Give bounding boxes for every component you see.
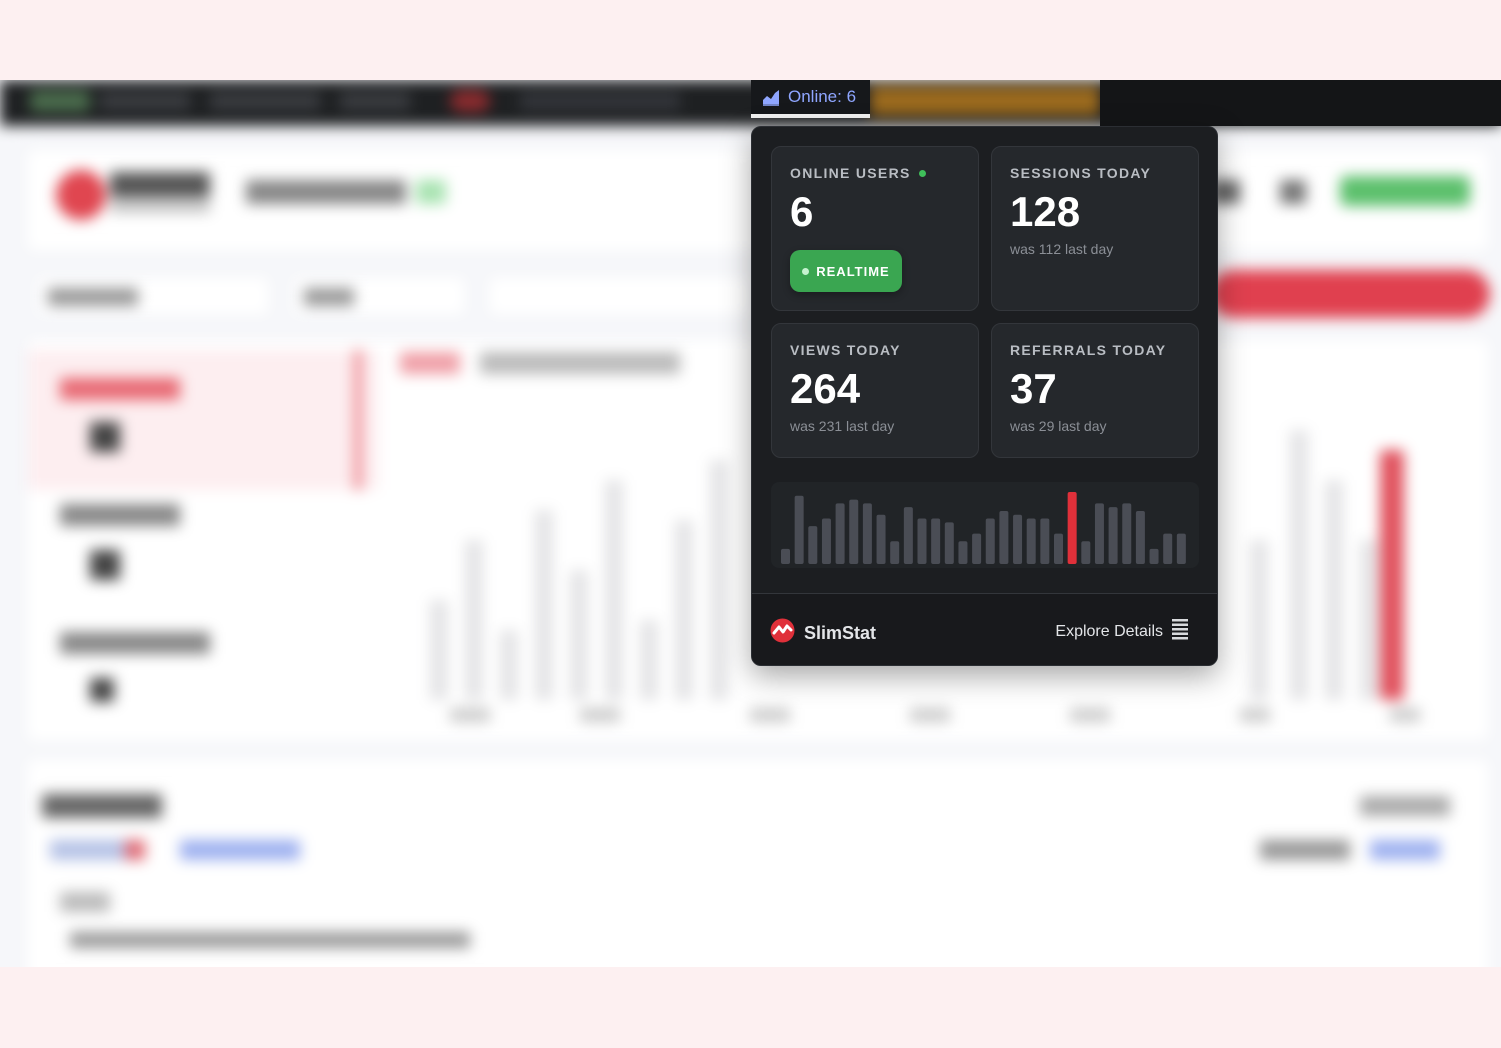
- chart-bar: [1163, 533, 1173, 564]
- chart-bar: [1026, 518, 1036, 564]
- slimstat-popup-panel: ONLINE USERS 6 REALTIME SESSIONS TODAY 1…: [751, 126, 1218, 666]
- panel-footer: SlimStat Explore Details: [752, 593, 1217, 665]
- card-title: VIEWS TODAY: [790, 342, 901, 358]
- brand-name: SlimStat: [804, 622, 877, 643]
- adminbar-online-label: Online: 6: [788, 87, 857, 106]
- card-value: 6: [790, 188, 814, 235]
- card-sessions-today: SESSIONS TODAY 128 was 112 last day: [991, 146, 1199, 311]
- card-subtext: was 29 last day: [1010, 418, 1107, 435]
- card-value: 264: [790, 365, 861, 412]
- chart-bar: [1176, 533, 1186, 564]
- chart-bar: [917, 518, 927, 564]
- chart-bar: [1094, 503, 1104, 564]
- chart-bar: [1081, 541, 1091, 564]
- mini-bar-chart: [771, 482, 1199, 568]
- chart-bar: [1054, 533, 1063, 564]
- adminbar-online-item[interactable]: Online: 6: [751, 80, 870, 118]
- card-subtext: was 112 last day: [1010, 241, 1114, 258]
- chart-bar: [781, 548, 790, 564]
- chart-bar: [835, 503, 845, 564]
- live-dot-icon: [802, 267, 810, 275]
- slimstat-brand-link[interactable]: SlimStat: [770, 618, 876, 648]
- card-title: REFERRALS TODAY: [1010, 342, 1167, 358]
- chart-bar: [862, 503, 872, 564]
- realtime-button[interactable]: REALTIME: [790, 250, 902, 292]
- realtime-button-label: REALTIME: [816, 263, 890, 279]
- chart-bar: [1149, 548, 1159, 564]
- card-online-users: ONLINE USERS 6 REALTIME: [771, 146, 979, 311]
- chart-bar: [890, 541, 900, 564]
- card-title: SESSIONS TODAY: [1010, 165, 1152, 181]
- chart-bar: [931, 518, 941, 564]
- chart-bar: [794, 495, 804, 564]
- slimstat-logo-icon: [770, 618, 795, 648]
- chart-bar: [972, 533, 982, 564]
- chart-bar: [821, 518, 831, 564]
- chart-bar: [1108, 507, 1118, 564]
- status-dot-icon: [918, 169, 926, 177]
- chart-bar: [1013, 514, 1023, 564]
- card-referrals-today: REFERRALS TODAY 37 was 29 last day: [991, 323, 1199, 458]
- chart-bar: [808, 526, 818, 564]
- chart-bar: [903, 507, 913, 564]
- card-title: ONLINE USERS: [790, 165, 960, 181]
- chart-bar: [1040, 518, 1050, 564]
- adminbar-right-region: [1100, 80, 1501, 126]
- chart-bar-highlight: [1067, 492, 1077, 564]
- list-icon: [1171, 618, 1189, 645]
- chart-bar: [849, 499, 859, 564]
- chart-bar: [999, 510, 1009, 564]
- explore-details-link[interactable]: Explore Details: [1055, 618, 1189, 645]
- chart-bar: [985, 518, 995, 564]
- chart-bar: [1122, 503, 1132, 564]
- chart-bar: [1135, 510, 1145, 564]
- chart-bar: [958, 541, 968, 564]
- chart-area-icon: [762, 88, 780, 106]
- chart-bar: [876, 514, 886, 564]
- card-subtext: was 231 last day: [790, 418, 895, 435]
- card-value: 37: [1010, 365, 1057, 412]
- card-views-today: VIEWS TODAY 264 was 231 last day: [771, 323, 979, 458]
- card-value: 128: [1010, 188, 1081, 235]
- chart-bar: [944, 522, 954, 564]
- explore-details-label: Explore Details: [1055, 622, 1163, 640]
- mini-bar-chart-svg: [781, 492, 1186, 564]
